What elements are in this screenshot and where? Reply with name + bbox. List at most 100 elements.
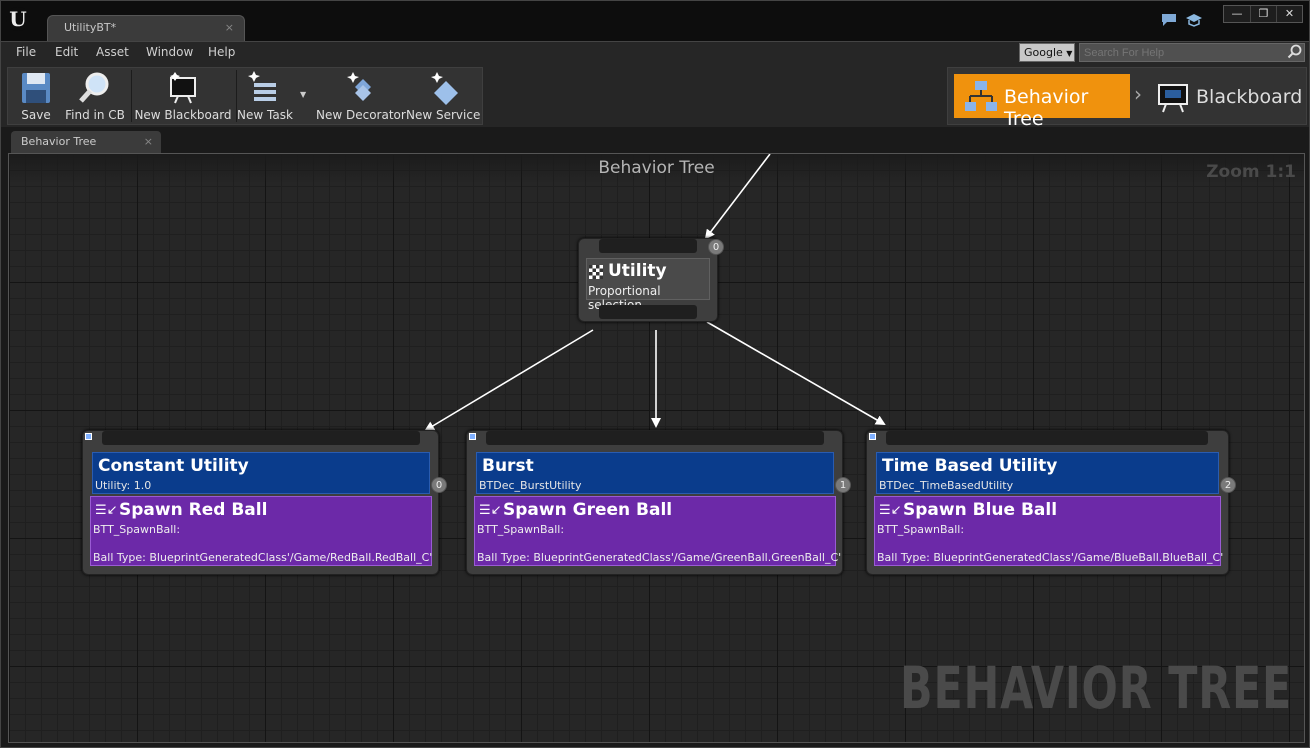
task-param-ball-type: Ball Type: BlueprintGeneratedClass'/Game…	[93, 551, 433, 564]
behavior-tree-graph[interactable]: Behavior Tree Zoom 1:1 BEHAVIOR TREE Uti…	[8, 153, 1305, 743]
wire-to-root	[704, 154, 771, 240]
decorator-subtitle: Utility: 1.0	[95, 479, 152, 492]
task-spawn-green-ball[interactable]: ☰↙ Spawn Green Ball BTT_SpawnBall: Ball …	[474, 496, 841, 566]
task-class: BTT_SpawnBall:	[93, 523, 181, 536]
task-title: Spawn Green Ball	[503, 500, 673, 520]
behavior-tree-icon	[965, 81, 997, 111]
task-title: Spawn Blue Ball	[903, 500, 1058, 520]
find-in-cb-label: Find in CB	[65, 108, 125, 122]
mode-separator-chevron-icon: ›	[1134, 82, 1142, 106]
child-node-0[interactable]: Constant Utility Utility: 1.0 0 ☰↙ Spawn…	[82, 430, 447, 575]
toolbar-buttons: Save Find in CB New Blackboard New Task …	[7, 67, 483, 125]
task-class: BTT_SpawnBall:	[477, 523, 565, 536]
root-input-pin[interactable]	[599, 239, 697, 253]
feedback-icon[interactable]	[1161, 13, 1177, 31]
maximize-button[interactable]: ❐	[1250, 6, 1276, 22]
save-label: Save	[21, 108, 51, 122]
task-param-ball-type: Ball Type: BlueprintGeneratedClass'/Game…	[877, 551, 1224, 564]
menu-file[interactable]: File	[16, 45, 36, 59]
decorator-constant-utility[interactable]: Constant Utility Utility: 1.0	[92, 452, 430, 494]
mode-switcher: Behavior Tree › Blackboard	[947, 67, 1307, 130]
node-corner-marker	[869, 433, 876, 440]
toolbar: Save Find in CB New Blackboard New Task …	[1, 63, 1309, 130]
panel-tab-label: Behavior Tree	[21, 135, 97, 148]
child-0-input-pin[interactable]	[102, 431, 420, 445]
search-engine-dropdown[interactable]: Google ▼	[1019, 43, 1075, 62]
menu-bar: File Edit Asset Window Help Google ▼	[1, 41, 1309, 63]
new-task-button[interactable]: New Task ▼	[237, 68, 312, 124]
task-list-icon: ☰↙	[479, 503, 502, 518]
search-engine-label: Google	[1024, 46, 1063, 59]
task-title: Spawn Red Ball	[119, 500, 268, 520]
task-list-icon: ☰↙	[879, 503, 902, 518]
menu-window[interactable]: Window	[146, 45, 193, 59]
decorator-time-based-utility[interactable]: Time Based Utility BTDec_TimeBasedUtilit…	[876, 452, 1219, 494]
root-index-badge: 0	[708, 239, 724, 255]
new-service-button[interactable]: New Service	[406, 68, 480, 124]
behavior-tree-panel-tab[interactable]: Behavior Tree ×	[11, 131, 161, 153]
root-output-pin[interactable]	[599, 305, 697, 319]
child-1-index-badge: 1	[835, 477, 851, 493]
blackboard-mode-label: Blackboard	[1196, 86, 1303, 108]
decorator-icon	[347, 72, 371, 101]
task-spawn-blue-ball[interactable]: ☰↙ Spawn Blue Ball BTT_SpawnBall: Ball T…	[874, 496, 1224, 566]
decorator-subtitle: BTDec_TimeBasedUtility	[879, 479, 1014, 492]
task-icon	[248, 71, 276, 101]
menu-edit[interactable]: Edit	[55, 45, 78, 59]
chevron-down-icon: ▼	[1066, 49, 1073, 58]
wire-to-child-0	[424, 329, 594, 432]
behavior-tree-mode-button[interactable]: Behavior Tree	[954, 74, 1130, 130]
document-tab[interactable]: UtilityBT* ×	[47, 15, 245, 41]
help-search-input[interactable]	[1079, 43, 1305, 62]
decorator-subtitle: BTDec_BurstUtility	[479, 479, 582, 492]
utility-checker-icon	[589, 265, 603, 279]
wire-to-child-2	[706, 321, 886, 425]
decorator-title: Burst	[482, 456, 534, 476]
blackboard-mode-button[interactable]: Blackboard	[1152, 74, 1302, 118]
utility-root-node[interactable]: Utility Proportional selection 0	[578, 238, 724, 322]
close-button[interactable]: ✕	[1276, 6, 1302, 22]
document-tab-title: UtilityBT*	[64, 21, 117, 34]
find-in-cb-button[interactable]: Find in CB	[64, 68, 126, 124]
behavior-tree-mode-label: Behavior Tree	[1004, 86, 1089, 130]
new-decorator-label: New Decorator	[316, 108, 406, 122]
window-controls: — ❐ ✕	[1223, 5, 1303, 23]
new-task-label: New Task	[237, 108, 293, 122]
document-tab-close-icon[interactable]: ×	[225, 21, 234, 34]
menu-asset[interactable]: Asset	[96, 45, 129, 59]
task-spawn-red-ball[interactable]: ☰↙ Spawn Red Ball BTT_SpawnBall: Ball Ty…	[90, 496, 432, 566]
save-button[interactable]: Save	[12, 68, 60, 124]
task-list-icon: ☰↙	[95, 503, 118, 518]
editor-window: U UtilityBT* × — ❐ ✕ File Edit Asset Win…	[0, 0, 1310, 748]
new-task-dropdown-icon[interactable]: ▼	[300, 90, 306, 99]
decorator-burst[interactable]: Burst BTDec_BurstUtility	[476, 452, 834, 494]
decorator-title: Constant Utility	[98, 456, 249, 476]
child-2-input-pin[interactable]	[886, 431, 1208, 445]
task-param-ball-type: Ball Type: BlueprintGeneratedClass'/Game…	[477, 551, 842, 564]
save-icon	[22, 73, 50, 103]
new-decorator-button[interactable]: New Decorator	[316, 68, 406, 124]
blackboard-mode-icon	[1158, 84, 1188, 113]
new-service-label: New Service	[406, 108, 481, 122]
utility-composite: Utility Proportional selection	[586, 258, 710, 312]
service-icon	[431, 72, 458, 105]
child-1-input-pin[interactable]	[486, 431, 824, 445]
decorator-title: Time Based Utility	[882, 456, 1058, 476]
toolbar-separator	[131, 70, 132, 122]
child-2-index-badge: 2	[1220, 477, 1236, 493]
child-0-index-badge: 0	[431, 477, 447, 493]
utility-title: Utility	[608, 261, 667, 281]
node-corner-marker	[469, 433, 476, 440]
blackboard-icon	[170, 72, 196, 104]
task-class: BTT_SpawnBall:	[877, 523, 965, 536]
learn-icon[interactable]	[1185, 13, 1203, 31]
minimize-button[interactable]: —	[1224, 6, 1250, 22]
child-node-2[interactable]: Time Based Utility BTDec_TimeBasedUtilit…	[866, 430, 1236, 575]
unreal-logo-icon: U	[6, 7, 30, 31]
menu-help[interactable]: Help	[208, 45, 235, 59]
title-bar: U UtilityBT* × — ❐ ✕	[1, 1, 1309, 41]
panel-tab-close-icon[interactable]: ×	[144, 135, 153, 148]
child-node-1[interactable]: Burst BTDec_BurstUtility 1 ☰↙ Spawn Gree…	[466, 430, 851, 575]
magnifier-icon	[79, 72, 109, 103]
search-icon[interactable]	[1287, 44, 1303, 60]
